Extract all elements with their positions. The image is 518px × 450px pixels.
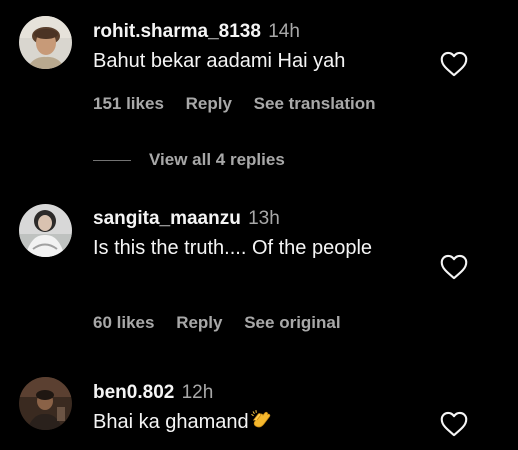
comment-timestamp: 14h xyxy=(268,21,300,42)
comment-username[interactable]: sangita_maanzu xyxy=(93,208,241,229)
comment-text: Bhai ka ghamand xyxy=(93,411,249,433)
comment-username[interactable]: rohit.sharma_8138 xyxy=(93,21,261,42)
heart-outline-icon[interactable] xyxy=(440,51,468,77)
clapping-hands-emoji-icon xyxy=(251,409,270,428)
view-replies-button[interactable]: View all 4 replies xyxy=(93,150,285,170)
comment-text-row: Bhai ka ghamand xyxy=(93,407,423,438)
avatar[interactable] xyxy=(19,204,72,257)
reply-button[interactable]: Reply xyxy=(186,94,232,113)
comment-text: Bahut bekar aadami Hai yah xyxy=(93,50,346,72)
comment-timestamp: 12h xyxy=(181,382,214,403)
comment-timestamp: 13h xyxy=(248,208,280,229)
reply-button[interactable]: Reply xyxy=(176,313,222,332)
likes-count[interactable]: 151 likes xyxy=(93,94,164,113)
comment-text: Is this the truth.... Of the people xyxy=(93,237,373,259)
avatar[interactable] xyxy=(19,16,72,69)
comment-username[interactable]: ben0.802 xyxy=(93,382,174,403)
avatar-image xyxy=(19,16,72,69)
avatar-image xyxy=(19,377,72,430)
see-original-link[interactable]: See original xyxy=(244,313,340,332)
replies-divider xyxy=(93,159,131,161)
likes-count[interactable]: 60 likes xyxy=(93,313,154,332)
heart-outline-icon[interactable] xyxy=(440,254,468,280)
heart-outline-icon[interactable] xyxy=(440,411,468,437)
see-translation-link[interactable]: See translation xyxy=(254,94,376,113)
avatar[interactable] xyxy=(19,377,72,430)
view-replies-label[interactable]: View all 4 replies xyxy=(149,150,285,169)
avatar-image xyxy=(19,204,72,257)
